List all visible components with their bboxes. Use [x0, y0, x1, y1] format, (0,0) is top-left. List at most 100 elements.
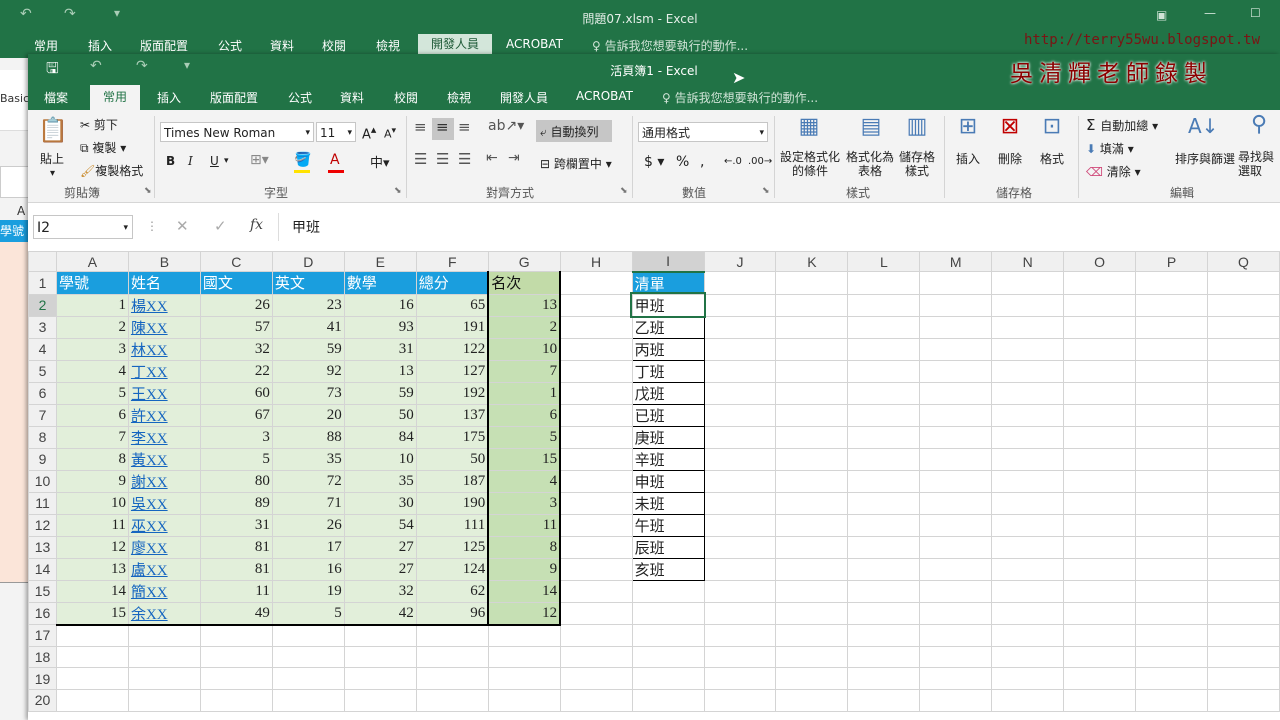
empty-cell[interactable]: [1063, 557, 1137, 581]
data-cell[interactable]: 49: [199, 601, 273, 626]
empty-cell[interactable]: [1063, 513, 1137, 537]
data-cell[interactable]: 67: [199, 403, 273, 427]
font-size-combo[interactable]: 11 ▾: [316, 122, 356, 142]
data-cell[interactable]: 簡XX: [127, 579, 201, 603]
empty-cell[interactable]: [703, 293, 777, 317]
data-cell[interactable]: 137: [415, 403, 489, 427]
empty-cell[interactable]: [1135, 337, 1208, 361]
data-cell[interactable]: 10: [55, 491, 129, 515]
empty-cell[interactable]: [127, 689, 201, 712]
empty-cell[interactable]: [1135, 271, 1208, 295]
empty-cell[interactable]: [1063, 624, 1137, 647]
list-item[interactable]: 丙班: [631, 337, 705, 361]
data-cell[interactable]: 17: [271, 535, 345, 559]
empty-cell[interactable]: [991, 689, 1065, 712]
empty-cell[interactable]: [271, 667, 345, 691]
dialog-launcher-icon[interactable]: ⬊: [144, 186, 152, 196]
tab-file[interactable]: 檔案: [44, 89, 68, 106]
empty-cell[interactable]: [703, 645, 777, 669]
data-cell[interactable]: 92: [271, 359, 345, 383]
empty-cell[interactable]: [487, 645, 561, 669]
insert-function-icon[interactable]: fx: [250, 217, 263, 233]
empty-cell[interactable]: [991, 381, 1065, 405]
empty-cell[interactable]: [703, 447, 777, 471]
data-cell[interactable]: 16: [271, 557, 345, 581]
empty-cell[interactable]: [559, 557, 633, 581]
empty-cell[interactable]: [1063, 425, 1137, 449]
data-cell[interactable]: 62: [415, 579, 489, 603]
rank-cell[interactable]: 2: [487, 315, 562, 339]
empty-cell[interactable]: [1135, 315, 1208, 339]
data-cell[interactable]: 2: [55, 315, 129, 339]
empty-cell[interactable]: [559, 491, 633, 515]
empty-cell[interactable]: [55, 667, 129, 691]
empty-cell[interactable]: [127, 667, 201, 691]
data-cell[interactable]: 8: [55, 447, 129, 471]
empty-cell[interactable]: [559, 624, 633, 647]
empty-cell[interactable]: [1135, 425, 1208, 449]
data-cell[interactable]: 黃XX: [127, 447, 201, 471]
insert-cells-button[interactable]: 插入: [956, 150, 980, 167]
back-tab-layout[interactable]: 版面配置: [140, 37, 188, 54]
font-color-icon[interactable]: A: [330, 152, 340, 168]
data-cell[interactable]: 89: [199, 491, 273, 515]
empty-cell[interactable]: [919, 359, 993, 383]
empty-cell[interactable]: [991, 403, 1065, 427]
data-cell[interactable]: 26: [199, 293, 273, 317]
fill-color-icon[interactable]: 🪣: [294, 152, 311, 168]
data-cell[interactable]: 5: [55, 381, 129, 405]
empty-cell[interactable]: [991, 337, 1065, 361]
conditional-format-icon[interactable]: ▦: [794, 114, 824, 139]
italic-icon[interactable]: I: [188, 154, 193, 168]
back-tab-review[interactable]: 校閱: [322, 37, 346, 54]
data-cell[interactable]: 111: [415, 513, 489, 537]
empty-cell[interactable]: [1206, 624, 1280, 647]
empty-cell[interactable]: [775, 491, 849, 515]
empty-cell[interactable]: [775, 579, 849, 603]
empty-cell[interactable]: [775, 425, 849, 449]
column-header-F[interactable]: F: [415, 251, 489, 272]
sort-filter-icon[interactable]: A↓: [1188, 114, 1218, 138]
list-item[interactable]: 亥班: [631, 557, 705, 581]
empty-cell[interactable]: [343, 667, 417, 691]
percent-icon[interactable]: %: [676, 154, 689, 170]
find-select-button[interactable]: 尋找與選取: [1238, 150, 1278, 180]
empty-cell[interactable]: [1206, 359, 1280, 383]
empty-cell[interactable]: [919, 513, 993, 537]
list-item[interactable]: 庚班: [631, 425, 705, 449]
increase-indent-icon[interactable]: ⇥: [508, 150, 520, 166]
column-header-A[interactable]: A: [55, 251, 129, 272]
copy-button[interactable]: ⧉ 複製 ▾: [80, 139, 126, 156]
column-header-N[interactable]: N: [991, 251, 1065, 272]
row-header[interactable]: 8: [28, 425, 57, 449]
empty-cell[interactable]: [55, 624, 129, 647]
list-item[interactable]: 未班: [631, 491, 705, 515]
empty-cell[interactable]: [847, 425, 921, 449]
empty-cell[interactable]: [703, 337, 777, 361]
empty-cell[interactable]: [1063, 689, 1137, 712]
empty-cell[interactable]: [1206, 381, 1280, 405]
empty-cell[interactable]: [919, 689, 993, 712]
delete-cells-icon[interactable]: ⊠: [996, 114, 1024, 139]
empty-cell[interactable]: [703, 557, 777, 581]
data-cell[interactable]: 12: [55, 535, 129, 559]
empty-cell[interactable]: [271, 689, 345, 712]
merge-center-button[interactable]: ⊟ 跨欄置中 ▾: [540, 155, 612, 172]
data-cell[interactable]: 4: [55, 359, 129, 383]
enter-icon[interactable]: ✓: [214, 217, 227, 235]
empty-cell[interactable]: [775, 447, 849, 471]
empty-cell[interactable]: [1063, 601, 1137, 625]
data-cell[interactable]: 27: [343, 535, 417, 559]
data-cell[interactable]: 20: [271, 403, 345, 427]
empty-cell[interactable]: [847, 469, 921, 493]
data-cell[interactable]: 9: [55, 469, 129, 493]
data-cell[interactable]: 11: [55, 513, 129, 537]
empty-cell[interactable]: [991, 315, 1065, 339]
row-header[interactable]: 7: [28, 403, 57, 427]
empty-cell[interactable]: [1206, 425, 1280, 449]
empty-cell[interactable]: [991, 579, 1065, 603]
empty-cell[interactable]: [703, 579, 777, 603]
empty-cell[interactable]: [1135, 447, 1208, 471]
column-header-M[interactable]: M: [919, 251, 993, 272]
tab-data[interactable]: 資料: [340, 89, 364, 106]
